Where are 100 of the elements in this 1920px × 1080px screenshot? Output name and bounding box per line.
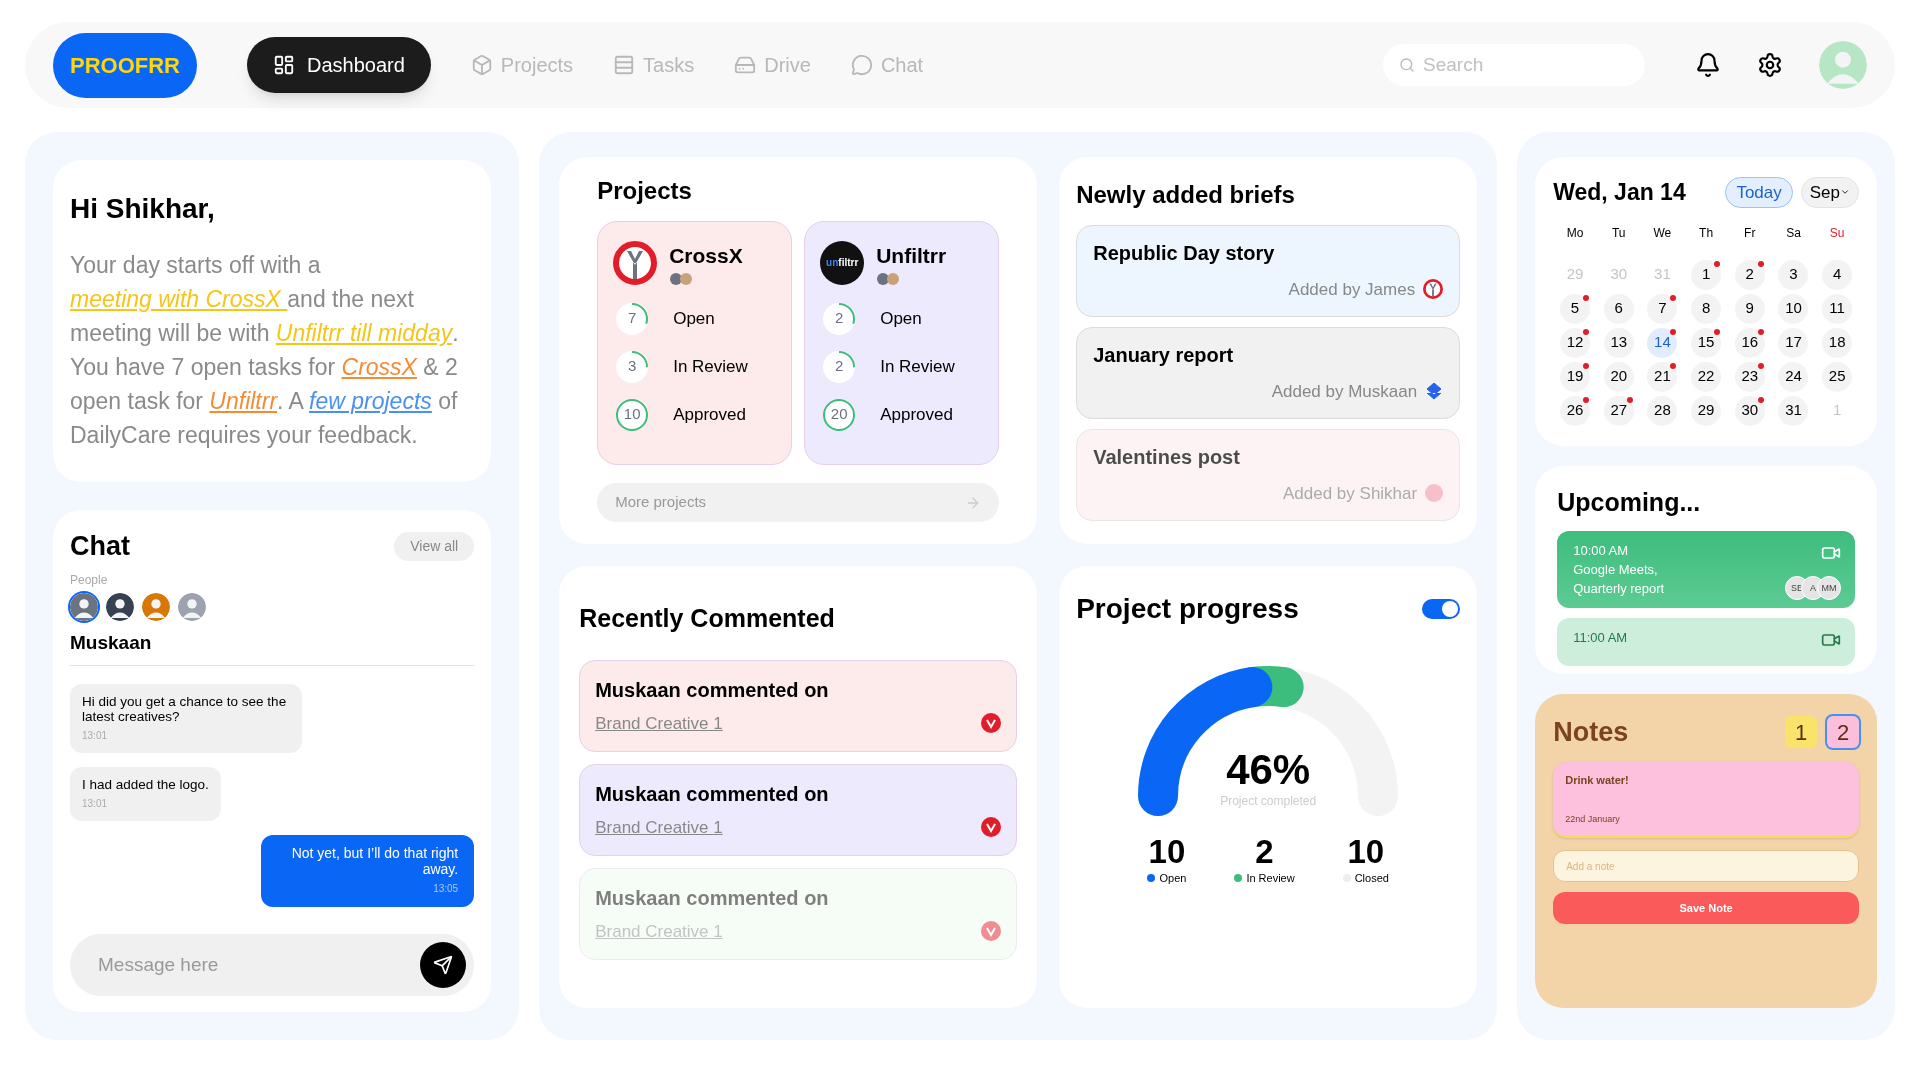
brief-title: Republic Day story	[1093, 241, 1276, 266]
send-icon	[433, 955, 454, 975]
today-button[interactable]: Today	[1725, 176, 1793, 208]
calendar-day[interactable]: 25	[1822, 361, 1853, 392]
comment-title: Muskaan commented on	[595, 781, 830, 807]
calendar-day[interactable]: 10	[1778, 293, 1809, 324]
weekday-label: Sa	[1785, 224, 1802, 242]
stat-count: 10	[623, 404, 641, 425]
calendar-day[interactable]: 28	[1647, 395, 1678, 426]
calendar-day[interactable]: 31	[1778, 395, 1809, 426]
message-field[interactable]: Message here	[70, 934, 475, 996]
calendar-day[interactable]: 19	[1560, 361, 1591, 392]
note-tab[interactable]: 1	[1785, 715, 1817, 748]
note-date: 22nd January	[1565, 812, 1621, 826]
contact-name: Muskaan	[70, 628, 475, 666]
calendar-day[interactable]: 11	[1822, 293, 1853, 324]
calendar-day[interactable]: 5	[1560, 293, 1591, 324]
greeting-text: Your day starts off with a meeting with CrossX and the next meeting will be with Unfiltrr till midday. You have 7 open tasks for CrossX & 2 open task for Unfiltrr. A few projects of DailyCare requires your feedback.	[70, 251, 460, 450]
nav-icon	[734, 54, 757, 76]
calendar-day[interactable]: 20	[1603, 361, 1634, 392]
calendar-day[interactable]: 22	[1691, 361, 1722, 392]
chat-title: Chat	[70, 530, 130, 563]
project-name: Unfiltrr	[876, 243, 947, 269]
calendar-day[interactable]: 3	[1778, 259, 1809, 290]
calendar-date: Wed, Jan 14	[1553, 178, 1686, 207]
weekday-label: Tu	[1610, 224, 1627, 242]
calendar-day[interactable]: 12	[1560, 327, 1591, 358]
briefs-title: Newly added briefs	[1076, 180, 1296, 210]
brief-card[interactable]: Republic Day story Added by James	[1076, 225, 1461, 317]
calendar-day[interactable]: 29	[1691, 395, 1722, 426]
month-dropdown[interactable]: Sep	[1800, 176, 1859, 208]
comment-title: Muskaan commented on	[595, 885, 830, 911]
project-card[interactable]: CrossX 7 Open 3 In Review 10 Approved	[597, 221, 793, 465]
event-card[interactable]: 11:00 AM	[1557, 618, 1855, 666]
weekday-label: Mo	[1565, 224, 1585, 242]
nav-tab[interactable]: Dashboard	[247, 37, 431, 93]
stat-count: 7	[628, 308, 637, 329]
calendar-day[interactable]: 7	[1647, 293, 1678, 324]
legend-label: Closed	[1354, 871, 1389, 886]
settings-icon[interactable]	[1757, 52, 1783, 78]
weekday-label: Th	[1698, 224, 1715, 242]
badge-icon	[981, 713, 1002, 734]
calendar-day[interactable]: 13	[1603, 327, 1634, 358]
stat-value: 2	[1255, 834, 1274, 870]
brief-card[interactable]: January report Added by Muskaan	[1076, 327, 1461, 419]
calendar-day[interactable]: 15	[1691, 327, 1722, 358]
brief-author: Added by Muskaan	[1271, 380, 1418, 403]
calendar-day[interactable]: 26	[1560, 395, 1591, 426]
event-time: 11:00 AM	[1573, 629, 1628, 647]
calendar-day[interactable]: 6	[1603, 293, 1634, 324]
notes-title: Notes	[1553, 715, 1629, 749]
calendar-day[interactable]: 4	[1822, 259, 1853, 290]
event-time: 10:00 AM	[1573, 542, 1629, 560]
calendar-day[interactable]: 14	[1647, 327, 1678, 358]
calendar-day[interactable]: 16	[1734, 327, 1765, 358]
stat-label: In Review	[673, 355, 748, 378]
stat-count: 3	[628, 356, 637, 377]
comment-card[interactable]: Muskaan commented on Brand Creative 1	[579, 763, 1018, 856]
nav-icon	[613, 54, 636, 76]
project-card[interactable]: unfiltrr Unfiltrr 2 Open 2 In Review 20 Approved	[804, 221, 1000, 465]
search-field[interactable]: Search	[1383, 44, 1645, 86]
weekday-label: Su	[1828, 224, 1846, 242]
note-field[interactable]: Add a note	[1553, 850, 1859, 882]
upcoming-title: Upcoming...	[1557, 487, 1701, 516]
calendar-day[interactable]: 9	[1734, 293, 1765, 324]
note-text: Drink water!	[1565, 773, 1630, 788]
badge-icon	[981, 817, 1002, 838]
stat-label: In Review	[880, 355, 955, 378]
stat-value: 10	[1148, 834, 1186, 870]
calendar-day[interactable]: 2	[1734, 259, 1765, 290]
brief-title: Valentines post	[1093, 445, 1241, 470]
brief-card[interactable]: Valentines post Added by Shikhar	[1076, 429, 1461, 521]
brief-author: Added by James	[1288, 278, 1416, 301]
nav-icon	[273, 54, 295, 76]
logo[interactable]: PROOFRR	[53, 32, 197, 98]
project-name: CrossX	[669, 243, 743, 269]
stat-label: Approved	[880, 403, 953, 426]
calendar-day[interactable]: 23	[1734, 361, 1765, 392]
stat-value: 10	[1347, 834, 1385, 870]
calendar-day[interactable]: 24	[1778, 361, 1809, 392]
legend-label: Open	[1159, 871, 1187, 886]
calendar-day[interactable]: 27	[1603, 395, 1634, 426]
brand-icon	[1425, 484, 1444, 503]
calendar-day[interactable]: 21	[1647, 361, 1678, 392]
calendar-day[interactable]: 18	[1822, 327, 1853, 358]
bell-icon[interactable]	[1695, 52, 1721, 78]
toggle-switch[interactable]	[1422, 599, 1461, 619]
calendar-day[interactable]: 1	[1691, 259, 1722, 290]
event-card[interactable]: 10:00 AM Google Meets, Quarterly report SB A MM	[1557, 531, 1855, 608]
calendar-day[interactable]: 17	[1778, 327, 1809, 358]
stat-label: Open	[673, 307, 715, 330]
comment-title: Muskaan commented on	[595, 677, 830, 703]
received-message: Hi did you get a chance to see the latest creatives? 13:01	[70, 684, 302, 753]
legend-label: In Review	[1246, 871, 1295, 886]
project-logo	[613, 240, 658, 285]
comment-card[interactable]: Muskaan commented on Brand Creative 1	[579, 659, 1018, 752]
nav-icon	[470, 54, 493, 76]
note-tab[interactable]: 2	[1827, 715, 1859, 748]
calendar-day[interactable]: 8	[1691, 293, 1722, 324]
calendar-day[interactable]: 30	[1734, 395, 1765, 426]
